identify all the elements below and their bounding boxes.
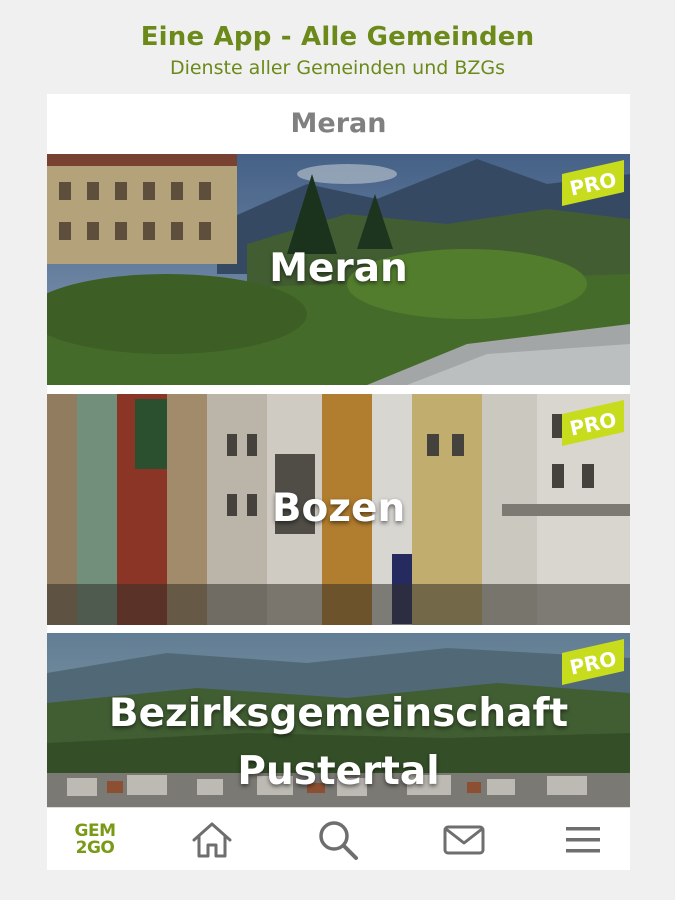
municipality-card-bozen[interactable]: Bozen PRO (47, 394, 630, 625)
menu-icon (566, 826, 600, 852)
home-tab[interactable] (172, 808, 252, 870)
gem2go-logo: GEM 2GO (74, 820, 116, 858)
card-title-pustertal-line1: Bezirksgemeinschaft (108, 691, 569, 736)
municipality-card-meran[interactable]: Meran PRO (47, 154, 630, 385)
mail-icon (443, 825, 485, 854)
menu-tab[interactable] (543, 808, 623, 870)
mail-tab[interactable] (424, 808, 504, 870)
municipality-card-pustertal[interactable]: Bezirksgemeinschaft Pustertal PRO (47, 633, 630, 807)
search-icon (319, 820, 358, 860)
logo-line-2: 2GO (75, 837, 115, 858)
logo-line-1: GEM (74, 820, 116, 841)
promo-header: Eine App - Alle Gemeinden Dienste aller … (0, 0, 675, 94)
pro-badge: PRO (562, 160, 624, 206)
card-title-bozen: Bozen (271, 486, 406, 531)
gem2go-logo-button[interactable]: GEM 2GO (55, 808, 135, 870)
card-title-meran: Meran (269, 246, 408, 291)
card-title-pustertal-line2: Pustertal (237, 749, 440, 794)
bottom-tab-bar: GEM 2GO (47, 807, 630, 870)
selected-city-label: Meran (290, 108, 387, 139)
promo-title: Eine App - Alle Gemeinden (140, 22, 535, 52)
pro-badge: PRO (562, 400, 624, 446)
search-tab[interactable] (298, 808, 378, 870)
app-screen: Meran Meran PRO Bozen PRO Bezirksgemeins… (47, 94, 630, 870)
promo-subtitle: Dienste aller Gemeinden und BZGs (169, 57, 506, 79)
home-icon (192, 822, 232, 857)
selected-city-bar[interactable]: Meran (47, 94, 630, 155)
pro-badge: PRO (562, 639, 624, 685)
